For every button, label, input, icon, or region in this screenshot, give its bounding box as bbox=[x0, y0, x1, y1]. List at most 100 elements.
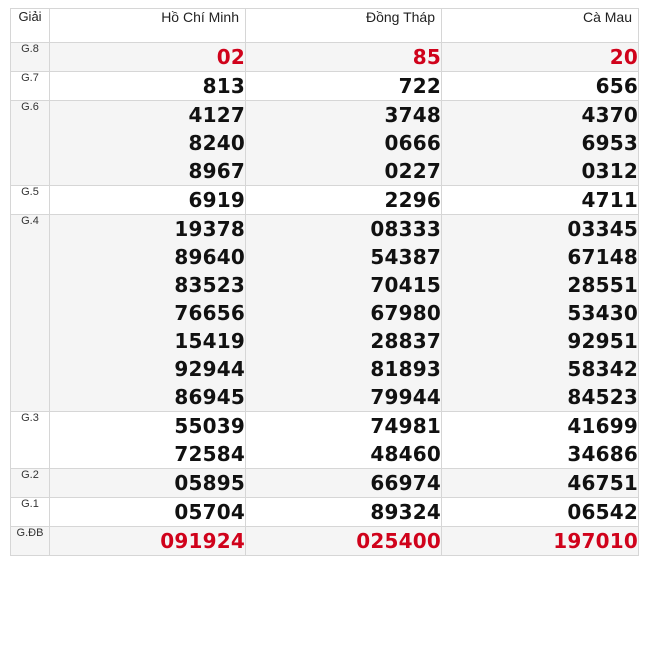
result-number: 74981 bbox=[370, 414, 441, 438]
result-number: 8967 bbox=[188, 159, 245, 183]
table-row: G.7 813 722 656 bbox=[10, 71, 639, 101]
table-row: G.8 02 85 20 bbox=[10, 42, 639, 72]
result-number: 05704 bbox=[174, 500, 245, 524]
result-number: 66974 bbox=[370, 471, 441, 495]
result-number: 656 bbox=[595, 74, 638, 98]
prize-label: G.8 bbox=[10, 42, 50, 72]
table-row: G.1 05704 89324 06542 bbox=[10, 497, 639, 527]
result-number: 6953 bbox=[581, 131, 638, 155]
result-number: 3748 bbox=[384, 103, 441, 127]
result-cell-dong-thap: 722 bbox=[245, 71, 442, 101]
result-number: 0312 bbox=[581, 159, 638, 183]
prize-label: G.ĐB bbox=[10, 526, 50, 556]
result-cell-ho-chi-minh: 55039 72584 bbox=[49, 411, 246, 469]
result-number: 03345 bbox=[567, 217, 638, 241]
prize-label: G.5 bbox=[10, 185, 50, 215]
prize-label: G.2 bbox=[10, 468, 50, 498]
result-number: 8240 bbox=[188, 131, 245, 155]
result-number: 0227 bbox=[384, 159, 441, 183]
result-number: 0666 bbox=[384, 131, 441, 155]
result-cell-ho-chi-minh: 813 bbox=[49, 71, 246, 101]
result-number: 83523 bbox=[174, 273, 245, 297]
result-cell-ho-chi-minh: 05895 bbox=[49, 468, 246, 498]
result-number: 55039 bbox=[174, 414, 245, 438]
prize-label: G.3 bbox=[10, 411, 50, 469]
result-number: 79944 bbox=[370, 385, 441, 409]
result-number: 34686 bbox=[567, 442, 638, 466]
table-row: G.ĐB 091924 025400 197010 bbox=[10, 526, 639, 556]
result-number: 67980 bbox=[370, 301, 441, 325]
result-number: 70415 bbox=[370, 273, 441, 297]
results-body: G.8 02 85 20 G.7 813 722 656 G.6 4127 8240 8967 3748… bbox=[10, 42, 639, 556]
result-cell-dong-thap: 2296 bbox=[245, 185, 442, 215]
result-number: 54387 bbox=[370, 245, 441, 269]
result-number: 4711 bbox=[581, 188, 638, 212]
result-number: 025400 bbox=[356, 529, 441, 553]
table-row: G.2 05895 66974 46751 bbox=[10, 468, 639, 498]
result-cell-ho-chi-minh: 091924 bbox=[49, 526, 246, 556]
result-number: 4127 bbox=[188, 103, 245, 127]
result-cell-dong-thap: 74981 48460 bbox=[245, 411, 442, 469]
result-cell-ca-mau: 46751 bbox=[441, 468, 639, 498]
prize-label: G.4 bbox=[10, 214, 50, 412]
table-row: G.6 4127 8240 8967 3748 0666 0227 4370 6953 0312 bbox=[10, 100, 639, 186]
result-number: 722 bbox=[398, 74, 441, 98]
result-number: 19378 bbox=[174, 217, 245, 241]
table-row: G.5 6919 2296 4711 bbox=[10, 185, 639, 215]
result-number: 4370 bbox=[581, 103, 638, 127]
result-cell-ho-chi-minh: 02 bbox=[49, 42, 246, 72]
province-header-dong-thap[interactable]: Đồng Tháp bbox=[245, 8, 442, 43]
result-number: 41699 bbox=[567, 414, 638, 438]
result-number: 86945 bbox=[174, 385, 245, 409]
result-cell-ho-chi-minh: 6919 bbox=[49, 185, 246, 215]
result-number: 05895 bbox=[174, 471, 245, 495]
result-number: 67148 bbox=[567, 245, 638, 269]
result-number: 28551 bbox=[567, 273, 638, 297]
result-cell-dong-thap: 85 bbox=[245, 42, 442, 72]
result-number: 28837 bbox=[370, 329, 441, 353]
result-number: 2296 bbox=[384, 188, 441, 212]
result-number: 06542 bbox=[567, 500, 638, 524]
result-number: 15419 bbox=[174, 329, 245, 353]
result-cell-ca-mau: 4711 bbox=[441, 185, 639, 215]
result-number: 76656 bbox=[174, 301, 245, 325]
province-header-ca-mau[interactable]: Cà Mau bbox=[441, 8, 639, 43]
result-number: 85 bbox=[412, 45, 441, 69]
prize-label: G.7 bbox=[10, 71, 50, 101]
result-number: 6919 bbox=[188, 188, 245, 212]
result-cell-ca-mau: 41699 34686 bbox=[441, 411, 639, 469]
result-number: 197010 bbox=[553, 529, 638, 553]
result-cell-ho-chi-minh: 4127 8240 8967 bbox=[49, 100, 246, 186]
table-row: G.3 55039 72584 74981 48460 41699 34686 bbox=[10, 411, 639, 469]
result-number: 72584 bbox=[174, 442, 245, 466]
table-row: G.4 19378 89640 83523 76656 15419 92944 86945 08… bbox=[10, 214, 639, 412]
prize-label: G.1 bbox=[10, 497, 50, 527]
result-number: 091924 bbox=[160, 529, 245, 553]
result-number: 20 bbox=[609, 45, 638, 69]
result-cell-ca-mau: 20 bbox=[441, 42, 639, 72]
result-cell-dong-thap: 89324 bbox=[245, 497, 442, 527]
results-table-container: Giải Hồ Chí Minh Đồng Tháp Cà Mau G.8 02 8… bbox=[10, 8, 639, 556]
province-header-ho-chi-minh[interactable]: Hồ Chí Minh bbox=[49, 8, 246, 43]
result-cell-ca-mau: 4370 6953 0312 bbox=[441, 100, 639, 186]
result-cell-dong-thap: 66974 bbox=[245, 468, 442, 498]
result-cell-ca-mau: 06542 bbox=[441, 497, 639, 527]
prize-column-header: Giải bbox=[10, 8, 50, 43]
result-cell-ca-mau: 656 bbox=[441, 71, 639, 101]
result-number: 02 bbox=[216, 45, 245, 69]
result-number: 53430 bbox=[567, 301, 638, 325]
result-number: 48460 bbox=[370, 442, 441, 466]
result-number: 84523 bbox=[567, 385, 638, 409]
result-cell-dong-thap: 08333 54387 70415 67980 28837 81893 79944 bbox=[245, 214, 442, 412]
result-cell-ho-chi-minh: 19378 89640 83523 76656 15419 92944 86945 bbox=[49, 214, 246, 412]
header-row: Giải Hồ Chí Minh Đồng Tháp Cà Mau bbox=[10, 8, 639, 43]
result-number: 46751 bbox=[567, 471, 638, 495]
result-number: 81893 bbox=[370, 357, 441, 381]
lottery-results-table: Giải Hồ Chí Minh Đồng Tháp Cà Mau G.8 02 8… bbox=[10, 8, 639, 556]
result-number: 813 bbox=[202, 74, 245, 98]
result-number: 89324 bbox=[370, 500, 441, 524]
result-number: 92951 bbox=[567, 329, 638, 353]
result-cell-ca-mau: 197010 bbox=[441, 526, 639, 556]
result-cell-dong-thap: 3748 0666 0227 bbox=[245, 100, 442, 186]
result-cell-ca-mau: 03345 67148 28551 53430 92951 58342 84523 bbox=[441, 214, 639, 412]
